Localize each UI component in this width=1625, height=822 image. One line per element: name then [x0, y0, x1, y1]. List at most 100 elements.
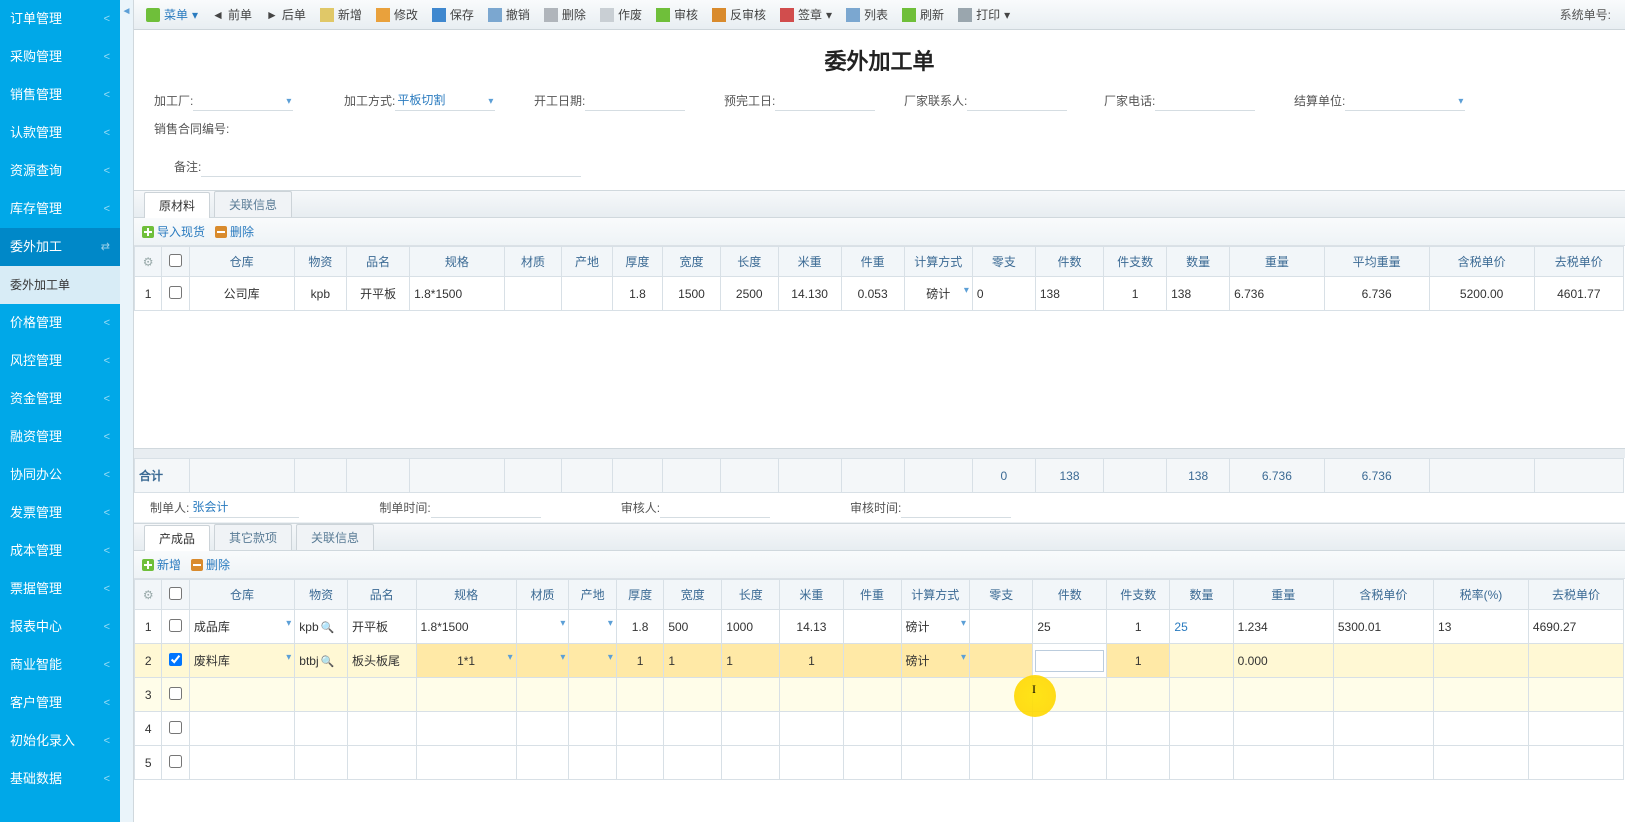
cell-net[interactable]: 4690.27: [1528, 610, 1623, 644]
cell-material[interactable]: [504, 277, 562, 311]
cell-qty[interactable]: [1170, 644, 1233, 678]
col-qty[interactable]: 数量: [1170, 580, 1233, 610]
cell-avg[interactable]: 6.736: [1324, 277, 1429, 311]
edit-button[interactable]: 修改: [370, 3, 424, 27]
row-checkbox[interactable]: [169, 687, 182, 700]
cell-perpcs[interactable]: 1: [1107, 644, 1170, 678]
delete-button[interactable]: 删除: [538, 3, 592, 27]
phone-field[interactable]: [1155, 89, 1255, 111]
col-pcs[interactable]: 件数: [1035, 247, 1103, 277]
col-price[interactable]: 含税单价: [1333, 580, 1433, 610]
cell-price[interactable]: 5200.00: [1429, 277, 1534, 311]
select-all-checkbox[interactable]: [169, 254, 182, 267]
cell-calc[interactable]: 磅计: [901, 610, 970, 644]
cell-wt[interactable]: 6.736: [1230, 277, 1325, 311]
sidebar-item-resource[interactable]: 资源查询<: [0, 152, 120, 190]
sidebar-item-outsource[interactable]: 委外加工⇄: [0, 228, 120, 266]
cell-thick[interactable]: 1.8: [612, 277, 662, 311]
cell-warehouse[interactable]: 公司库: [189, 277, 294, 311]
cell-qty[interactable]: 138: [1167, 277, 1230, 311]
cell-length[interactable]: 2500: [720, 277, 778, 311]
col-length[interactable]: 长度: [722, 580, 780, 610]
col-spec[interactable]: 规格: [410, 247, 505, 277]
cell-loose[interactable]: [970, 610, 1033, 644]
col-pw[interactable]: 件重: [843, 580, 901, 610]
tab-other-fees[interactable]: 其它款项: [214, 524, 292, 550]
sidebar-item-collab[interactable]: 协同办公<: [0, 456, 120, 494]
col-tax[interactable]: 税率(%): [1434, 580, 1529, 610]
sidebar-item-base[interactable]: 基础数据<: [0, 760, 120, 798]
data-row[interactable]: 5: [135, 746, 1624, 780]
data-row[interactable]: 1 成品库 kpb 开平板 1.8*1500 1.8 500 1000 14.1…: [135, 610, 1624, 644]
cell-name[interactable]: 板头板尾: [347, 644, 416, 678]
sign-button[interactable]: 签章 ▾: [774, 3, 838, 27]
prev-button[interactable]: ◄ 前单: [206, 3, 258, 27]
cell-wt[interactable]: 0.000: [1233, 644, 1333, 678]
cell-material[interactable]: [516, 610, 569, 644]
row-checkbox[interactable]: [169, 653, 182, 666]
col-width[interactable]: 宽度: [664, 580, 722, 610]
sidebar-item-payment[interactable]: 认款管理<: [0, 114, 120, 152]
sidebar-item-stock[interactable]: 库存管理<: [0, 190, 120, 228]
col-calc[interactable]: 计算方式: [901, 580, 970, 610]
cell-perpcs[interactable]: 1: [1104, 277, 1167, 311]
cell-thick[interactable]: 1: [616, 644, 663, 678]
cell-net[interactable]: 4601.77: [1534, 277, 1623, 311]
sidebar-item-risk[interactable]: 风控管理<: [0, 342, 120, 380]
sidebar-item-order[interactable]: 订单管理<: [0, 0, 120, 38]
cell-tax[interactable]: [1434, 644, 1529, 678]
cell-warehouse[interactable]: 成品库: [189, 610, 294, 644]
row-checkbox[interactable]: [169, 286, 182, 299]
import-stock-link[interactable]: 导入现货: [142, 223, 205, 240]
data-row-active[interactable]: 2 废料库 btbj 板头板尾 1*1 1 1 1 1 磅计 1: [135, 644, 1624, 678]
select-all-checkbox-b[interactable]: [169, 587, 182, 600]
cell-pcs[interactable]: 25: [1033, 610, 1107, 644]
col-net[interactable]: 去税单价: [1534, 247, 1623, 277]
menu-button[interactable]: 菜单 ▾: [140, 3, 204, 27]
contact-field[interactable]: [967, 89, 1067, 111]
list-button[interactable]: 列表: [840, 3, 894, 27]
sidebar-item-sales[interactable]: 销售管理<: [0, 76, 120, 114]
sidebar-item-customer[interactable]: 客户管理<: [0, 684, 120, 722]
cell-perpcs[interactable]: 1: [1107, 610, 1170, 644]
col-perpcs[interactable]: 件支数: [1104, 247, 1167, 277]
sidebar-item-purchase[interactable]: 采购管理<: [0, 38, 120, 76]
gear-icon[interactable]: ⚙: [135, 580, 162, 610]
refresh-button[interactable]: 刷新: [896, 3, 950, 27]
cell-mw[interactable]: 14.13: [780, 610, 843, 644]
col-warehouse[interactable]: 仓库: [189, 580, 294, 610]
method-field[interactable]: 平板切割: [395, 89, 495, 111]
cell-pw[interactable]: 0.053: [841, 277, 904, 311]
cell-material[interactable]: [516, 644, 569, 678]
cell-length[interactable]: 1: [722, 644, 780, 678]
audit-button[interactable]: 审核: [650, 3, 704, 27]
start-date-field[interactable]: [585, 89, 685, 111]
col-pcs[interactable]: 件数: [1033, 580, 1107, 610]
finish-date-field[interactable]: [775, 89, 875, 111]
pcs-input[interactable]: [1035, 650, 1104, 672]
row-checkbox[interactable]: [169, 619, 182, 632]
cell-origin[interactable]: [569, 610, 616, 644]
cell-origin[interactable]: [569, 644, 616, 678]
cell-spec[interactable]: 1.8*1500: [410, 277, 505, 311]
col-name[interactable]: 品名: [347, 580, 416, 610]
cell-loose[interactable]: 0: [972, 277, 1035, 311]
cell-wt[interactable]: 1.234: [1233, 610, 1333, 644]
cell-resource[interactable]: kpb: [295, 610, 348, 644]
col-wt[interactable]: 重量: [1230, 247, 1325, 277]
cell-pw[interactable]: [843, 610, 901, 644]
data-row[interactable]: 4: [135, 712, 1624, 746]
col-resource[interactable]: 物资: [294, 247, 347, 277]
cell-pcs-editing[interactable]: [1033, 644, 1107, 678]
add-row-link[interactable]: 新增: [142, 556, 181, 573]
col-wt[interactable]: 重量: [1233, 580, 1333, 610]
new-button[interactable]: 新增: [314, 3, 368, 27]
sidebar-item-invoice[interactable]: 发票管理<: [0, 494, 120, 532]
sidebar-subitem-outsource-bill[interactable]: 委外加工单: [0, 266, 120, 304]
remark-field[interactable]: [201, 155, 581, 177]
col-loose[interactable]: 零支: [972, 247, 1035, 277]
row-checkbox[interactable]: [169, 755, 182, 768]
sidebar-item-bi[interactable]: 商业智能<: [0, 646, 120, 684]
col-qty[interactable]: 数量: [1167, 247, 1230, 277]
col-net[interactable]: 去税单价: [1528, 580, 1623, 610]
